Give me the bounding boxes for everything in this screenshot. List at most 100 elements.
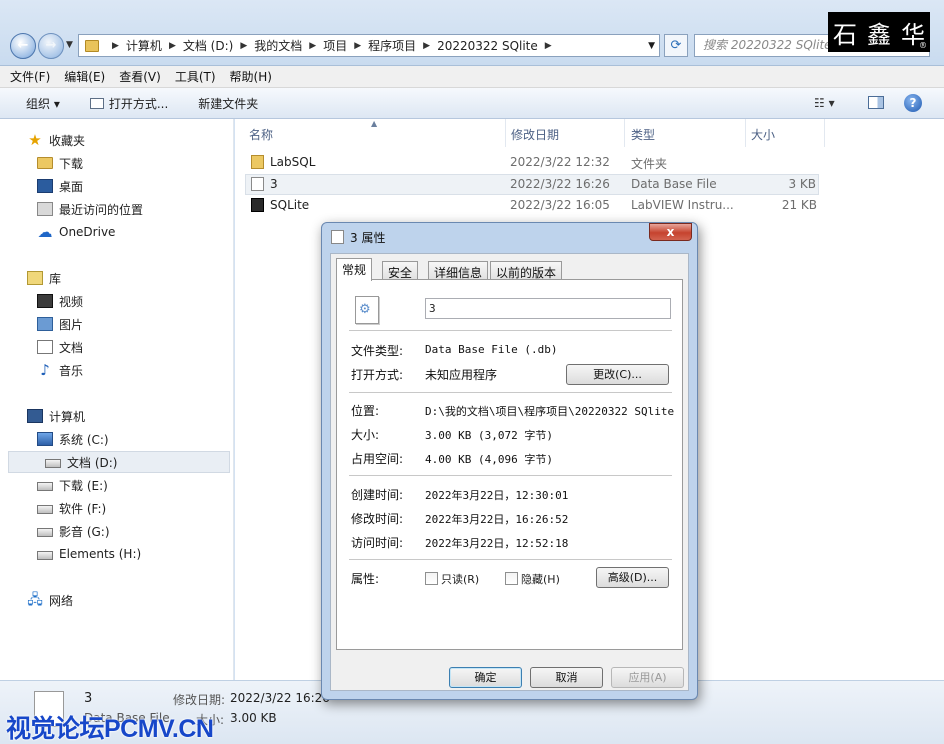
ok-button[interactable]: 确定 (449, 667, 522, 688)
menu-edit[interactable]: 编辑(E) (64, 68, 105, 85)
back-button[interactable]: ← (10, 33, 36, 59)
chevron-right-icon[interactable]: ▶ (423, 41, 430, 51)
tab-security[interactable]: 安全 (382, 261, 419, 280)
nav-videos[interactable]: 视频 (0, 290, 234, 312)
chevron-right-icon[interactable]: ▶ (545, 41, 552, 51)
nav-drive-e[interactable]: 下载 (E:) (0, 474, 234, 496)
nav-network[interactable]: 🖧 网络 (0, 589, 234, 611)
view-options-button[interactable]: ☷ ▾ (814, 96, 835, 110)
file-name: LabSQL (270, 155, 316, 169)
close-button[interactable]: x (649, 223, 692, 241)
open-with-label: 打开方式... (108, 96, 169, 111)
menu-view[interactable]: 查看(V) (119, 68, 161, 85)
filename-input[interactable]: 3 (425, 298, 671, 319)
breadcrumb-current-folder[interactable]: 20220322 SQlite (437, 39, 538, 53)
created-value: 2022年3月22日，12:30:01 (425, 489, 569, 502)
new-folder-button[interactable]: 新建文件夹 (198, 95, 258, 112)
table-row[interactable]: 3 2022/3/22 16:26 Data Base File 3 KB (245, 174, 819, 195)
help-icon[interactable]: ? (904, 94, 922, 112)
column-size[interactable]: 大小 (751, 126, 775, 143)
open-with-button[interactable]: 打开方式... (89, 95, 169, 112)
nav-label: 最近访问的位置 (59, 202, 144, 217)
tab-general[interactable]: 常规 (336, 258, 373, 281)
address-history-dropdown-icon[interactable]: ▼ (648, 41, 655, 51)
checkbox-box[interactable] (505, 572, 518, 585)
chevron-right-icon[interactable]: ▶ (112, 41, 119, 51)
nav-favorites[interactable]: ★ 收藏夹 (0, 129, 234, 151)
tab-details[interactable]: 详细信息 (428, 261, 489, 280)
nav-drive-f[interactable]: 软件 (F:) (0, 497, 234, 519)
details-modified-label: 修改日期: (173, 693, 226, 707)
checkbox-box[interactable] (425, 572, 438, 585)
nav-drive-h[interactable]: Elements (H:) (0, 543, 234, 565)
nav-drive-c[interactable]: 系统 (C:) (0, 428, 234, 450)
divider (349, 475, 672, 476)
location-label: 位置: (351, 404, 380, 418)
table-row[interactable]: LabSQL 2022/3/22 12:32 文件夹 (245, 152, 819, 173)
recent-pages-dropdown-icon[interactable]: ▼ (66, 40, 73, 50)
nav-music[interactable]: ♪ 音乐 (0, 359, 234, 381)
back-arrow-icon: ← (17, 38, 29, 53)
preview-pane-icon[interactable] (868, 96, 884, 109)
menu-file[interactable]: 文件(F) (10, 68, 50, 85)
breadcrumb-my-documents[interactable]: 我的文档 (254, 37, 302, 54)
forward-arrow-icon: → (45, 38, 57, 53)
nav-desktop[interactable]: 桌面 (0, 175, 234, 197)
nav-computer[interactable]: 计算机 (0, 405, 234, 427)
command-bar: 组织 ▾ 打开方式... 新建文件夹 ☷ ▾ ? (0, 88, 944, 119)
nav-drive-d[interactable]: 文档 (D:) (8, 451, 230, 473)
chevron-right-icon[interactable]: ▶ (354, 41, 361, 51)
nav-label: 系统 (C:) (59, 432, 109, 447)
breadcrumb-program-projects[interactable]: 程序项目 (368, 37, 416, 54)
column-divider[interactable] (505, 119, 506, 147)
nav-libraries[interactable]: 库 (0, 267, 234, 289)
nav-pictures[interactable]: 图片 (0, 313, 234, 335)
column-name[interactable]: 名称 (249, 126, 273, 143)
nav-drive-g[interactable]: 影音 (G:) (0, 520, 234, 542)
file-type: LabVIEW Instru... (631, 198, 734, 212)
file-date: 2022/3/22 12:32 (510, 155, 610, 169)
nav-onedrive[interactable]: ☁ OneDrive (0, 221, 234, 243)
file-name: 3 (270, 177, 278, 191)
chevron-right-icon[interactable]: ▶ (169, 41, 176, 51)
nav-downloads[interactable]: 下载 (0, 152, 234, 174)
tab-previous-versions[interactable]: 以前的版本 (490, 261, 563, 280)
column-divider[interactable] (824, 119, 825, 147)
column-divider[interactable] (624, 119, 625, 147)
organize-button[interactable]: 组织 ▾ (26, 95, 60, 112)
column-divider[interactable] (745, 119, 746, 147)
size-label: 大小: (351, 428, 380, 442)
created-label: 创建时间: (351, 488, 404, 502)
refresh-button[interactable]: ⟳ (664, 34, 688, 57)
video-icon (37, 294, 53, 308)
address-bar[interactable]: ▶ 计算机 ▶ 文档 (D:) ▶ 我的文档 ▶ 项目 ▶ 程序项目 ▶ 202… (78, 34, 660, 57)
breadcrumb-drive-d[interactable]: 文档 (D:) (183, 37, 233, 54)
chevron-right-icon[interactable]: ▶ (240, 41, 247, 51)
nav-label: 收藏夹 (49, 133, 86, 148)
nav-documents[interactable]: 文档 (0, 336, 234, 358)
column-type[interactable]: 类型 (631, 126, 655, 143)
apply-button[interactable]: 应用(A) (611, 667, 684, 688)
attributes-label: 属性: (351, 572, 380, 586)
file-date: 2022/3/22 16:05 (510, 198, 610, 212)
menu-help[interactable]: 帮助(H) (230, 68, 272, 85)
chevron-right-icon[interactable]: ▶ (309, 41, 316, 51)
menu-tools[interactable]: 工具(T) (175, 68, 216, 85)
picture-icon (37, 317, 53, 331)
database-file-icon (331, 230, 344, 244)
column-date[interactable]: 修改日期 (511, 126, 559, 143)
file-type: 文件夹 (631, 157, 668, 171)
table-row[interactable]: SQLite 2022/3/22 16:05 LabVIEW Instru...… (245, 195, 819, 216)
general-tab-panel: 3 文件类型: Data Base File (.db) 打开方式: 未知应用程… (336, 279, 683, 650)
nav-label: 网络 (49, 593, 74, 608)
cancel-button[interactable]: 取消 (530, 667, 603, 688)
forward-button[interactable]: → (38, 33, 64, 59)
drive-icon (45, 459, 61, 468)
breadcrumb-projects[interactable]: 项目 (323, 37, 347, 54)
change-button[interactable]: 更改(C)... (566, 364, 669, 385)
nav-recent-places[interactable]: 最近访问的位置 (0, 198, 234, 220)
breadcrumb-computer[interactable]: 计算机 (126, 37, 162, 54)
advanced-button[interactable]: 高级(D)... (596, 567, 669, 588)
open-with-label: 打开方式: (351, 368, 404, 382)
nav-label: OneDrive (59, 225, 116, 239)
